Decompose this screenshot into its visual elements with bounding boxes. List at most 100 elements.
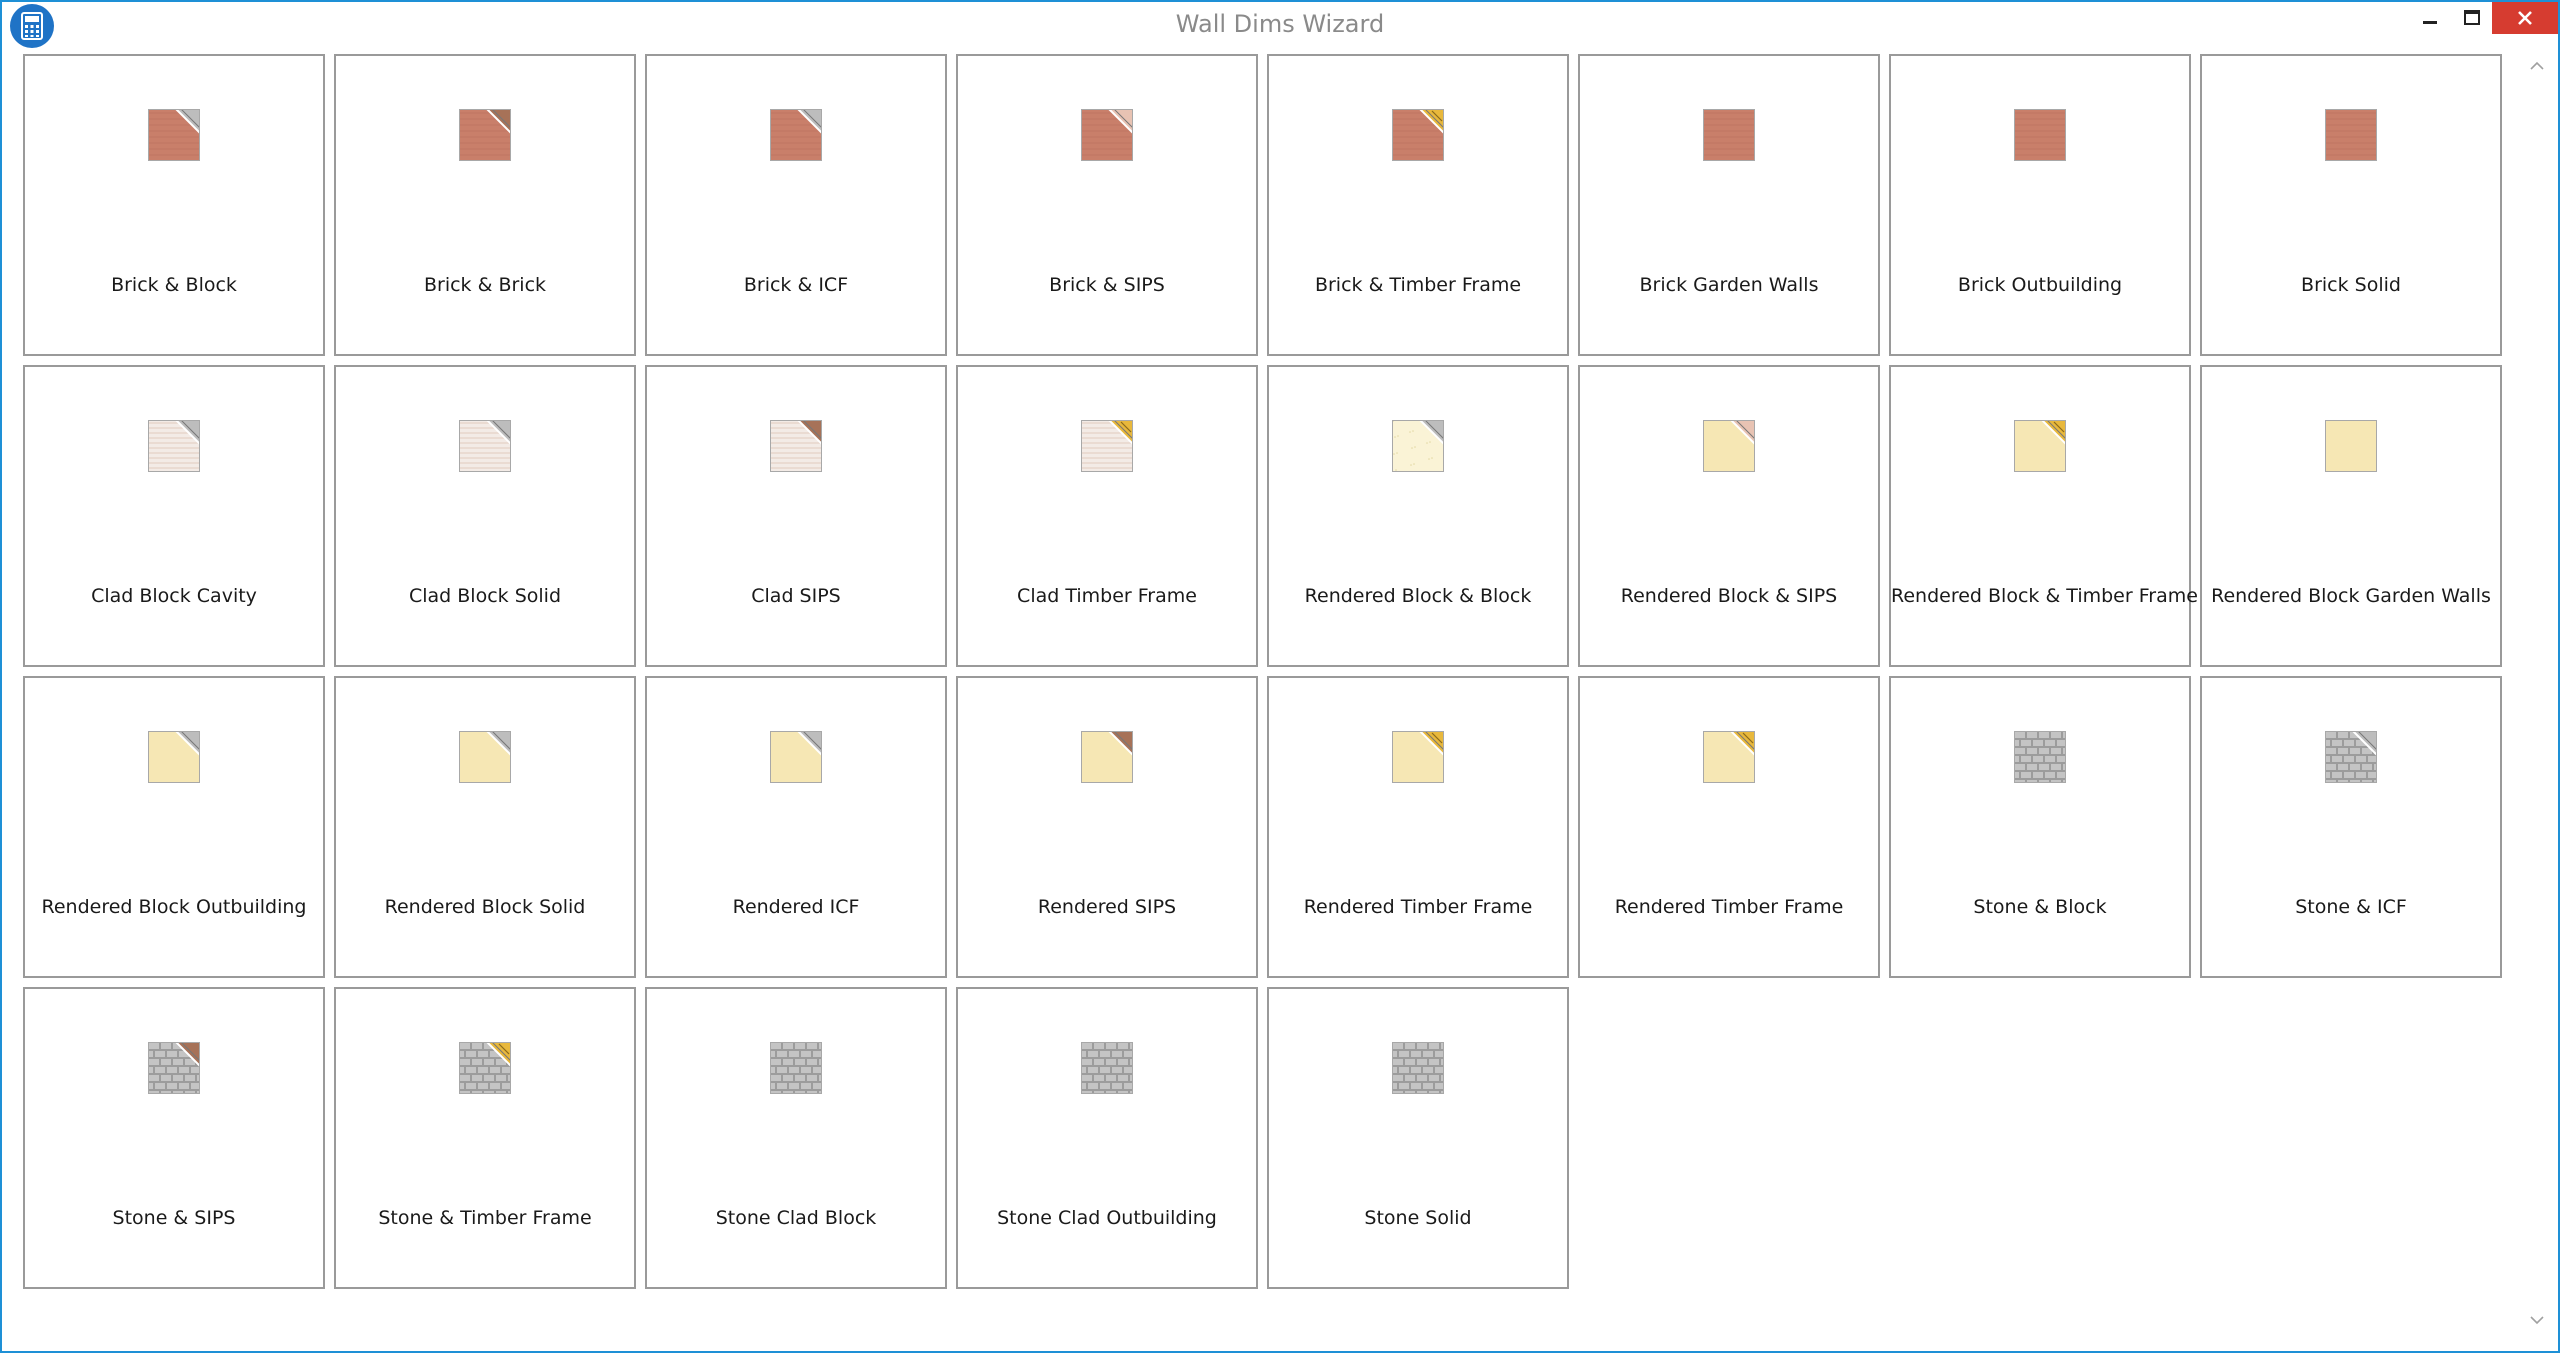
wall-type-label: Brick & Block — [111, 274, 237, 296]
wall-type-tile[interactable]: Rendered Timber Frame — [1578, 676, 1880, 978]
wall-thumbnail-icon — [1703, 109, 1755, 161]
wall-type-label: Rendered Block & Block — [1304, 585, 1532, 607]
wall-type-tile[interactable]: Brick Outbuilding — [1889, 54, 2191, 356]
wall-type-tile[interactable]: Brick & Block — [23, 54, 325, 356]
vertical-scrollbar[interactable] — [2518, 48, 2556, 1338]
wall-thumbnail-icon — [770, 731, 822, 783]
wall-type-label: Rendered SIPS — [1037, 896, 1177, 918]
wall-type-label: Brick & SIPS — [1049, 274, 1165, 296]
wall-type-label: Clad Block Solid — [408, 585, 562, 607]
scroll-up-button[interactable] — [2518, 52, 2556, 80]
wall-type-tile[interactable]: Stone & Block — [1889, 676, 2191, 978]
title-bar[interactable]: Wall Dims Wizard — [2, 2, 2558, 48]
wall-thumbnail-icon — [148, 109, 200, 161]
wall-type-label: Stone & ICF — [2295, 896, 2407, 918]
wall-type-label: Brick & ICF — [743, 274, 849, 296]
wall-thumbnail-icon — [1703, 420, 1755, 472]
wall-thumbnail-icon — [1703, 731, 1755, 783]
wall-thumbnail-icon — [770, 109, 822, 161]
wall-type-tile[interactable]: Clad SIPS — [645, 365, 947, 667]
wall-type-tile[interactable]: Rendered Block & Timber Frame — [1889, 365, 2198, 667]
wall-type-tile[interactable]: Rendered SIPS — [956, 676, 1258, 978]
wall-type-label: Rendered Block & SIPS — [1620, 585, 1838, 607]
wall-thumbnail-icon — [1392, 731, 1444, 783]
wall-thumbnail-icon — [770, 1042, 822, 1094]
window-title: Wall Dims Wizard — [1175, 10, 1385, 38]
wall-type-label: Brick Solid — [2301, 274, 2401, 296]
wall-thumbnail-icon — [770, 420, 822, 472]
close-icon — [2518, 11, 2532, 25]
wall-thumbnail-icon — [1392, 420, 1444, 472]
wall-type-label: Rendered Block & Timber Frame — [1891, 585, 2198, 607]
wall-type-tile[interactable]: Stone Clad Outbuilding — [956, 987, 1258, 1289]
wall-type-tile[interactable]: Rendered Timber Frame — [1267, 676, 1569, 978]
minimize-button[interactable] — [2408, 2, 2452, 34]
wall-type-panel: Brick & Block Brick & Brick Brick & ICF Bri… — [4, 48, 2518, 1338]
wall-type-tile[interactable]: Clad Block Solid — [334, 365, 636, 667]
wall-type-label: Clad SIPS — [751, 585, 841, 607]
close-button[interactable] — [2492, 2, 2558, 34]
wall-type-label: Rendered Block Solid — [384, 896, 586, 918]
wall-type-tile[interactable]: Brick Solid — [2200, 54, 2502, 356]
wall-type-label: Clad Block Cavity — [91, 585, 257, 607]
wall-type-tile[interactable]: Stone & Timber Frame — [334, 987, 636, 1289]
wall-thumbnail-icon — [2014, 420, 2066, 472]
wall-type-tile[interactable]: Stone Clad Block — [645, 987, 947, 1289]
wall-type-label: Brick & Timber Frame — [1314, 274, 1522, 296]
wall-type-tile[interactable]: Rendered Block & Block — [1267, 365, 1569, 667]
wall-thumbnail-icon — [459, 731, 511, 783]
wall-type-tile[interactable]: Stone Solid — [1267, 987, 1569, 1289]
wall-type-label: Rendered Block Garden Walls — [2211, 585, 2491, 607]
wall-type-label: Brick Outbuilding — [1957, 274, 2123, 296]
wall-type-tile[interactable]: Clad Timber Frame — [956, 365, 1258, 667]
wall-thumbnail-icon — [2014, 731, 2066, 783]
wall-type-tile[interactable]: Stone & SIPS — [23, 987, 325, 1289]
wall-type-label: Stone & SIPS — [112, 1207, 236, 1229]
wall-type-tile[interactable]: Brick & SIPS — [956, 54, 1258, 356]
wall-type-label: Brick & Brick — [423, 274, 547, 296]
chevron-up-icon — [2530, 61, 2544, 70]
wall-type-label: Stone & Timber Frame — [378, 1207, 592, 1229]
wall-type-label: Rendered ICF — [732, 896, 860, 918]
wall-thumbnail-icon — [1392, 1042, 1444, 1094]
wall-type-tile[interactable]: Stone & ICF — [2200, 676, 2502, 978]
wizard-window: Wall Dims Wizard Brick & Block Brick & Br… — [0, 0, 2560, 1353]
wall-type-label: Stone Clad Outbuilding — [997, 1207, 1217, 1229]
wall-type-tile[interactable]: Brick & ICF — [645, 54, 947, 356]
wall-type-label: Stone & Block — [1973, 896, 2107, 918]
wall-thumbnail-icon — [2014, 109, 2066, 161]
wall-type-tile[interactable]: Rendered Block Outbuilding — [23, 676, 325, 978]
wall-type-tile[interactable]: Rendered Block Garden Walls — [2200, 365, 2502, 667]
wall-thumbnail-icon — [1392, 109, 1444, 161]
wall-thumbnail-icon — [148, 1042, 200, 1094]
wall-type-label: Clad Timber Frame — [1017, 585, 1197, 607]
wall-type-tile[interactable]: Clad Block Cavity — [23, 365, 325, 667]
wall-type-label: Stone Solid — [1364, 1207, 1472, 1229]
wall-type-tile[interactable]: Brick Garden Walls — [1578, 54, 1880, 356]
wall-thumbnail-icon — [2325, 420, 2377, 472]
wall-thumbnail-icon — [148, 420, 200, 472]
wall-thumbnail-icon — [1081, 1042, 1133, 1094]
wall-type-tile[interactable]: Rendered Block Solid — [334, 676, 636, 978]
wall-type-label: Rendered Block Outbuilding — [41, 896, 307, 918]
wall-thumbnail-icon — [148, 731, 200, 783]
wall-thumbnail-icon — [1081, 109, 1133, 161]
wall-thumbnail-icon — [2325, 731, 2377, 783]
wall-thumbnail-icon — [459, 420, 511, 472]
wall-thumbnail-icon — [2325, 109, 2377, 161]
wall-type-tile[interactable]: Brick & Timber Frame — [1267, 54, 1569, 356]
maximize-button[interactable] — [2452, 2, 2492, 34]
wall-thumbnail-icon — [1081, 731, 1133, 783]
wall-type-label: Brick Garden Walls — [1639, 274, 1819, 296]
wall-thumbnail-icon — [459, 109, 511, 161]
wall-thumbnail-icon — [1081, 420, 1133, 472]
wall-type-tile[interactable]: Rendered ICF — [645, 676, 947, 978]
wall-type-tile[interactable]: Rendered Block & SIPS — [1578, 365, 1880, 667]
maximize-icon — [2464, 10, 2480, 25]
wall-thumbnail-icon — [459, 1042, 511, 1094]
scroll-down-button[interactable] — [2518, 1306, 2556, 1334]
wall-type-label: Stone Clad Block — [715, 1207, 877, 1229]
minimize-icon — [2423, 21, 2437, 24]
wall-type-label: Rendered Timber Frame — [1303, 896, 1533, 918]
wall-type-tile[interactable]: Brick & Brick — [334, 54, 636, 356]
